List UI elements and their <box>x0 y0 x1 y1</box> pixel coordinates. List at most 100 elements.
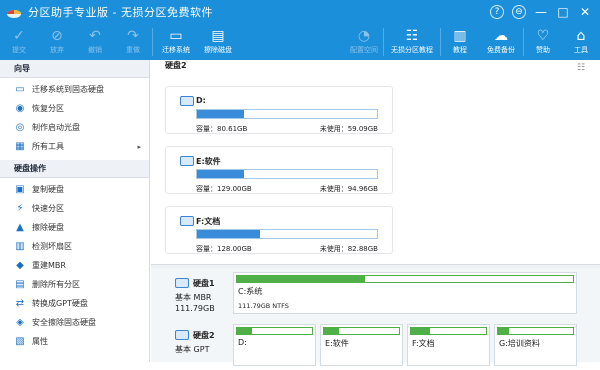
toolbar-allocate-space-button[interactable]: ◔ 配置空间 <box>345 24 383 60</box>
chevron-right-icon: ▸ <box>137 142 141 151</box>
close-button[interactable]: ✕ <box>574 2 596 22</box>
toolbar-discard-button[interactable]: ⊘ 放弃 <box>38 24 76 60</box>
partition-usage-bar <box>497 327 574 335</box>
eraser-icon: ▤ <box>211 28 225 44</box>
toolbar-wipe-disk-button[interactable]: ▤ 擦除磁盘 <box>199 24 237 60</box>
toolbar-wipe-disk-label: 擦除磁盘 <box>204 46 232 54</box>
sidebar-item-label: 所有工具 <box>32 142 64 151</box>
help-button[interactable]: ? <box>486 2 508 22</box>
maximize-button[interactable]: □ <box>552 2 574 22</box>
disk-info[interactable]: 硬盘1 基本 MBR 111.79GB <box>163 272 229 316</box>
toolbar-tutorial-book-label: 教程 <box>453 46 467 54</box>
sidebar-item[interactable]: ⚡ 快速分区 <box>0 199 149 218</box>
properties-icon: ▧ <box>15 336 25 347</box>
migrate-icon: ▭ <box>15 84 25 95</box>
partition-label: D: <box>238 338 247 347</box>
briefcase-icon: ⌂ <box>576 28 586 44</box>
sidebar-item[interactable]: ▣ 复制硬盘 <box>0 180 149 199</box>
wizard-section-header: 向导 <box>0 60 149 78</box>
disk-map-row: 硬盘2 基本 GPT D: E:软件 F:文档 G:培训资料 <box>151 320 600 370</box>
partition-usage-fill <box>237 276 365 282</box>
tutorial-icon: ☷ <box>405 28 419 44</box>
undo-icon: ↶ <box>89 28 101 44</box>
partition-usage-bar <box>236 327 313 335</box>
free-space-label: 未使用：59.09GB <box>319 125 378 133</box>
capacity-label: 容量：128.00GB <box>196 245 252 253</box>
disk-name: 硬盘2 <box>193 331 215 340</box>
toolbar-tools-button[interactable]: ⌂ 工具 <box>562 24 600 60</box>
partition-card[interactable]: E:软件 容量：129.00GB 未使用：94.96GB <box>165 146 393 194</box>
sidebar-item[interactable]: ⇄ 转换成GPT硬盘 <box>0 294 149 313</box>
partition-card[interactable]: F:文档 容量：128.00GB 未使用：82.88GB <box>165 206 393 254</box>
sidebar-item-label: 迁移系统到固态硬盘 <box>32 85 104 94</box>
sidebar-item[interactable]: ◆ 重建MBR <box>0 256 149 275</box>
minimize-button[interactable]: — <box>530 2 552 22</box>
redo-icon: ↷ <box>127 28 139 44</box>
ssd-erase-icon: ◈ <box>16 317 24 328</box>
capacity-label: 容量：129.00GB <box>196 185 252 193</box>
delete-icon: ▤ <box>15 279 25 290</box>
view-toggle-icon[interactable]: ☷ <box>577 63 588 74</box>
toolbar-tutorial-book-button[interactable]: ▥ 教程 <box>441 24 479 60</box>
scan-icon: ▥ <box>15 241 25 252</box>
toolbar-sponsor-label: 赞助 <box>536 46 550 54</box>
toolbar-undo-button[interactable]: ↶ 撤销 <box>76 24 114 60</box>
usage-bar <box>196 109 378 119</box>
sidebar-item[interactable]: ▧ 属性 <box>0 332 149 351</box>
book-icon: ▥ <box>453 28 467 44</box>
discard-icon: ⊘ <box>51 28 63 44</box>
partition-card[interactable]: D: 容量：80.61GB 未使用：59.09GB <box>165 86 393 134</box>
usage-bar <box>196 229 378 239</box>
feedback-button[interactable]: ⊖ <box>508 2 530 22</box>
toolbar-migrate-os-label: 迁移系统 <box>162 46 190 54</box>
drive-icon <box>180 216 194 226</box>
toolbar: ✓ 提交 ⊘ 放弃 ↶ 撤销 ↷ 重做 ▭ 迁移系统 ▤ 擦除磁盘 ◔ 配置空间 ☷ 无损分区教程 ▥ 教程 ☁ 免费… <box>0 24 600 60</box>
sidebar-item[interactable]: ▲ 擦除硬盘 <box>0 218 149 237</box>
toolbar-tools-label: 工具 <box>574 46 588 54</box>
sidebar-item[interactable]: ▦ 所有工具 ▸ <box>0 137 149 156</box>
toolbar-redo-button[interactable]: ↷ 重做 <box>114 24 152 60</box>
sidebar-item[interactable]: ▥ 检测坏扇区 <box>0 237 149 256</box>
toolbar-free-backup-label: 免费备份 <box>487 46 515 54</box>
disk-ops-section-header: 硬盘操作 <box>0 160 149 178</box>
disk-icon <box>175 278 189 288</box>
migrate-icon: ▭ <box>169 28 183 44</box>
app-logo-icon <box>7 10 21 18</box>
tools-icon: ▦ <box>15 141 25 152</box>
sidebar-item[interactable]: ▤ 删除所有分区 <box>0 275 149 294</box>
lightning-icon: ⚡ <box>16 203 24 214</box>
partition-name: D: <box>196 96 206 105</box>
toolbar-allocate-space-label: 配置空间 <box>350 46 378 54</box>
disk-info[interactable]: 硬盘2 基本 GPT <box>163 324 229 368</box>
toolbar-free-backup-button[interactable]: ☁ 免费备份 <box>479 24 523 60</box>
check-icon: ✓ <box>13 28 25 44</box>
disk-map-partition[interactable]: C:系统 111.79GB NTFS <box>233 272 577 314</box>
tag-icon: ◆ <box>16 260 24 271</box>
toolbar-submit-button[interactable]: ✓ 提交 <box>0 24 38 60</box>
toolbar-tutorial-label: 无损分区教程 <box>391 46 433 54</box>
partition-usage-bar <box>323 327 400 335</box>
free-space-label: 未使用：82.88GB <box>319 245 378 253</box>
sidebar-item[interactable]: ◈ 安全擦除固态硬盘 <box>0 313 149 332</box>
disk-type: 基本 MBR <box>175 293 212 302</box>
disk-name: 硬盘1 <box>193 279 215 288</box>
sidebar-item[interactable]: ◎ 制作启动光盘 <box>0 118 149 137</box>
toolbar-sponsor-button[interactable]: ♡ 赞助 <box>524 24 562 60</box>
toolbar-tutorial-button[interactable]: ☷ 无损分区教程 <box>384 24 440 60</box>
disk-map-partition[interactable]: G:培训资料 <box>494 324 577 366</box>
sidebar-item[interactable]: ▭ 迁移系统到固态硬盘 <box>0 80 149 99</box>
minus-circle-icon: ⊖ <box>512 5 526 19</box>
disk-icon <box>175 330 189 340</box>
window-title: 分区助手专业版 - 无损分区免费软件 <box>28 6 213 19</box>
sidebar-item[interactable]: ◉ 恢复分区 <box>0 99 149 118</box>
wizard-list: ▭ 迁移系统到固态硬盘 ◉ 恢复分区 ◎ 制作启动光盘 ▦ 所有工具 ▸ <box>0 80 149 156</box>
sidebar: 向导 ▭ 迁移系统到固态硬盘 ◉ 恢复分区 ◎ 制作启动光盘 ▦ 所有工具 ▸ 硬盘操作 ▣ 复制… <box>0 60 150 362</box>
disk-map-partition[interactable]: E:软件 <box>320 324 403 366</box>
disk-map-partition[interactable]: D: <box>233 324 316 366</box>
free-space-label: 未使用：94.96GB <box>319 185 378 193</box>
disk-map-partition[interactable]: F:文档 <box>407 324 490 366</box>
toolbar-migrate-os-button[interactable]: ▭ 迁移系统 <box>153 24 199 60</box>
copy-icon: ▣ <box>15 184 25 195</box>
disk-ops-list: ▣ 复制硬盘 ⚡ 快速分区 ▲ 擦除硬盘 ▥ 检测坏扇区 ◆ 重建MBR ▤ 删除所有分区 ⇄ 转换成GP… <box>0 180 149 351</box>
